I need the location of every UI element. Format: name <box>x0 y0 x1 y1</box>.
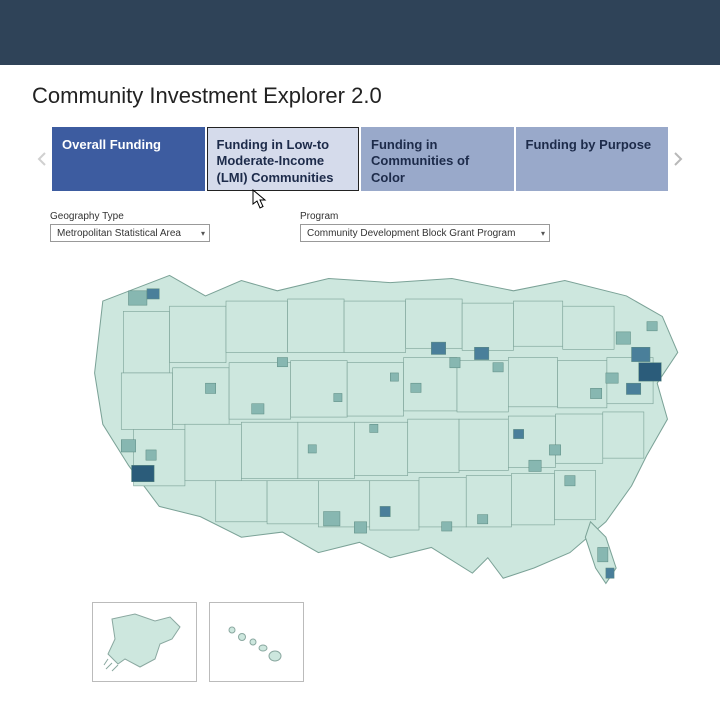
inset-row <box>92 602 688 682</box>
chevron-right-icon <box>673 151 683 167</box>
inset-hawaii[interactable] <box>209 602 304 682</box>
select-value: Metropolitan Statistical Area <box>57 228 181 239</box>
tab-label: Funding by Purpose <box>526 137 652 153</box>
geography-select[interactable]: Metropolitan Statistical Area <box>50 224 210 242</box>
filter-program: Program Community Development Block Gran… <box>300 211 550 242</box>
filter-geography: Geography Type Metropolitan Statistical … <box>50 211 210 242</box>
filter-label: Geography Type <box>50 211 210 222</box>
hawaii-icon <box>217 612 297 672</box>
filter-label: Program <box>300 211 550 222</box>
program-select[interactable]: Community Development Block Grant Progra… <box>300 224 550 242</box>
tab-communities-of-color[interactable]: Funding in Communities of Color <box>361 127 514 191</box>
tab-label: Funding in Communities of Color <box>371 137 504 186</box>
chevron-left-icon <box>37 151 47 167</box>
inset-alaska[interactable] <box>92 602 197 682</box>
tab-next[interactable] <box>668 127 688 191</box>
page-title: Community Investment Explorer 2.0 <box>32 83 688 109</box>
tab-funding-by-purpose[interactable]: Funding by Purpose <box>516 127 669 191</box>
usa-map[interactable] <box>72 260 688 589</box>
map-container <box>72 260 688 682</box>
tab-prev[interactable] <box>32 127 52 191</box>
cursor-icon <box>252 189 268 211</box>
filter-row: Geography Type Metropolitan Statistical … <box>50 211 688 242</box>
tabs: Overall Funding Funding in Low-to Modera… <box>52 127 668 191</box>
tab-label: Overall Funding <box>62 137 161 153</box>
tab-overall-funding[interactable]: Overall Funding <box>52 127 205 191</box>
tab-label: Funding in Low-to Moderate-Income (LMI) … <box>217 137 350 186</box>
main-content: Community Investment Explorer 2.0 Overal… <box>0 65 720 682</box>
select-value: Community Development Block Grant Progra… <box>307 228 515 239</box>
tab-lmi-communities[interactable]: Funding in Low-to Moderate-Income (LMI) … <box>207 127 360 191</box>
alaska-icon <box>100 609 190 674</box>
top-banner <box>0 0 720 65</box>
tab-row: Overall Funding Funding in Low-to Modera… <box>32 127 688 191</box>
